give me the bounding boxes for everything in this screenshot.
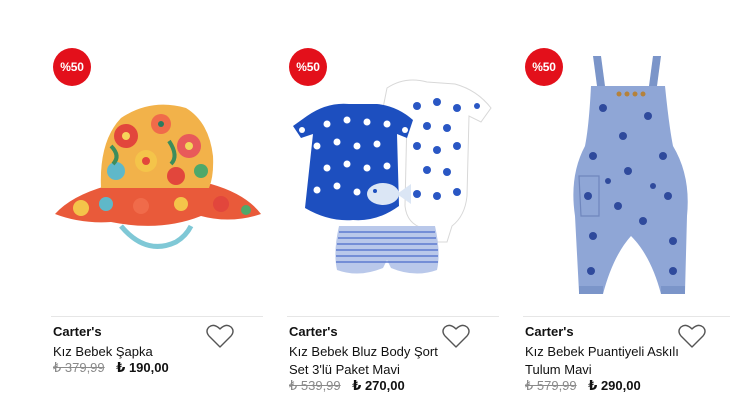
product-image-area[interactable]: %50 (287, 46, 499, 312)
product-brand: Carter's (289, 324, 338, 339)
product-card[interactable]: %50 (287, 46, 499, 420)
price-row: ₺ 579,99 ₺ 290,00 (525, 378, 641, 394)
old-price: ₺ 379,99 (53, 360, 105, 375)
product-brand: Carter's (53, 324, 102, 339)
discount-badge: %50 (525, 48, 563, 86)
product-name[interactable]: Kız Bebek Bluz Body Şort Set 3'lü Paket … (289, 343, 454, 379)
discount-badge: %50 (289, 48, 327, 86)
heart-outline-icon[interactable] (205, 322, 235, 350)
new-price: ₺ 270,00 (352, 378, 405, 393)
new-price: ₺ 190,00 (116, 360, 169, 375)
new-price: ₺ 290,00 (588, 378, 641, 393)
denim-jumpsuit-image (573, 56, 688, 294)
discount-badge: %50 (53, 48, 91, 86)
heart-outline-icon[interactable] (441, 322, 471, 350)
divider (523, 316, 730, 317)
divider (51, 316, 263, 317)
old-price: ₺ 579,99 (525, 378, 577, 393)
floral-bucket-hat-image (55, 104, 261, 249)
price-row: ₺ 379,99 ₺ 190,00 (53, 360, 169, 376)
product-name[interactable]: Kız Bebek Şapka (53, 343, 218, 361)
product-image-area[interactable]: %50 (523, 46, 730, 312)
price-row: ₺ 539,99 ₺ 270,00 (289, 378, 405, 394)
divider (287, 316, 499, 317)
product-card[interactable]: %50 Carter's Kız Bebek Puantiyeli Askılı… (523, 46, 730, 420)
product-card[interactable]: %50 (51, 46, 263, 420)
product-name[interactable]: Kız Bebek Puantiyeli Askılı Tulum Mavi (525, 343, 690, 379)
product-brand: Carter's (525, 324, 574, 339)
product-image-area[interactable]: %50 (51, 46, 263, 312)
polka-dot-set-image (293, 79, 492, 274)
old-price: ₺ 539,99 (289, 378, 341, 393)
heart-outline-icon[interactable] (677, 322, 707, 350)
